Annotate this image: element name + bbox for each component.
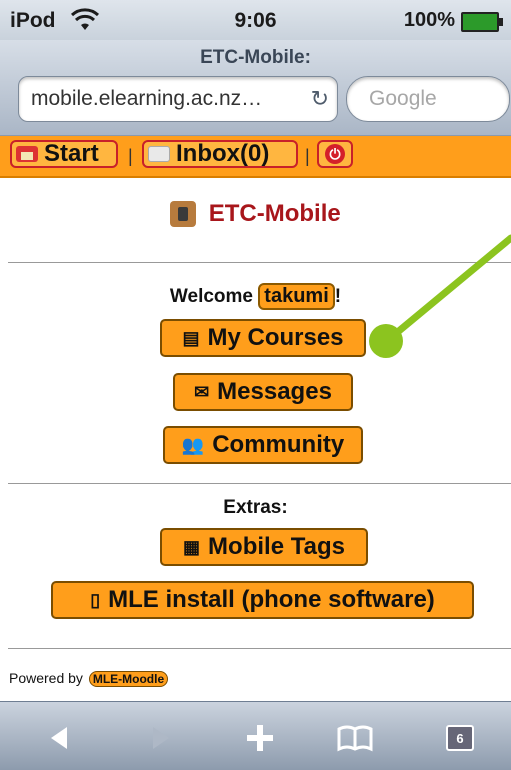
my-courses-label: My Courses [207,324,344,351]
search-input[interactable]: Google [346,76,510,122]
extras-heading: Extras: [223,497,288,518]
bookmarks-button[interactable] [335,718,375,758]
tabs-button[interactable]: 6 [440,718,480,758]
messages-button[interactable]: ✉ Messages [173,373,353,411]
back-button[interactable] [40,718,80,758]
my-courses-button[interactable]: ▤ My Courses [160,319,366,357]
mail-icon: ✉ [194,381,210,402]
mobile-tags-label: Mobile Tags [208,533,345,560]
inbox-button[interactable]: Inbox(0) [142,140,298,168]
logout-button[interactable]: ⏻ [317,140,353,168]
phone-logo-icon [170,201,197,227]
site-title: ETC-Mobile [208,200,341,227]
phone-icon: ▯ [90,589,101,610]
url-text[interactable]: mobile.elearning.ac.nz… [31,87,262,111]
courses-icon: ▤ [182,327,200,348]
mle-install-label: MLE install (phone software) [108,586,435,613]
welcome-prefix: Welcome [169,286,253,307]
back-arrow-icon [51,727,67,749]
mle-moodle-link[interactable]: MLE-Moodle [88,671,169,687]
page-title: ETC-Mobile: [200,47,311,68]
add-bookmark-button[interactable] [240,718,280,758]
welcome-line: Welcome takumi! [0,283,511,310]
inbox-label: Inbox(0) [176,140,270,167]
battery-percent: 100% [403,9,455,31]
community-label: Community [212,431,345,458]
messages-label: Messages [217,378,332,405]
reload-icon[interactable]: ↻ [311,86,329,112]
home-icon [16,146,38,162]
username-badge: takumi [258,283,335,310]
nav-separator: | [305,146,310,166]
tab-count-icon: 6 [446,725,474,751]
divider [8,483,511,484]
battery-icon [461,12,503,32]
mail-icon [148,146,170,162]
people-icon: 👥 [181,434,205,455]
powered-by: Powered by MLE-Moodle [9,670,169,687]
qr-code-icon: ▦ [183,536,201,557]
status-bar: iPod 9:06 100% [0,0,511,41]
address-bar[interactable]: mobile.elearning.ac.nz… ↻ [18,76,338,122]
powered-by-text: Powered by [9,670,83,686]
start-label: Start [44,140,99,167]
welcome-suffix: ! [334,286,342,307]
plus-icon [247,725,273,751]
forward-arrow-icon [153,727,169,749]
power-icon: ⏻ [325,144,345,164]
book-icon [337,725,373,752]
forward-button[interactable] [140,718,180,758]
browser-toolbar: 6 [0,701,511,770]
site-header: ETC-Mobile [0,200,511,228]
search-placeholder: Google [369,87,437,110]
divider [8,262,511,263]
divider [8,648,511,649]
start-button[interactable]: Start [10,140,118,168]
browser-header: ETC-Mobile: mobile.elearning.ac.nz… ↻ Go… [0,40,511,136]
mle-install-button[interactable]: ▯ MLE install (phone software) [51,581,474,619]
site-navbar: Start | Inbox(0) | ⏻ [0,136,511,178]
mobile-tags-button[interactable]: ▦ Mobile Tags [160,528,368,566]
community-button[interactable]: 👥 Community [163,426,363,464]
nav-separator: | [128,146,133,166]
